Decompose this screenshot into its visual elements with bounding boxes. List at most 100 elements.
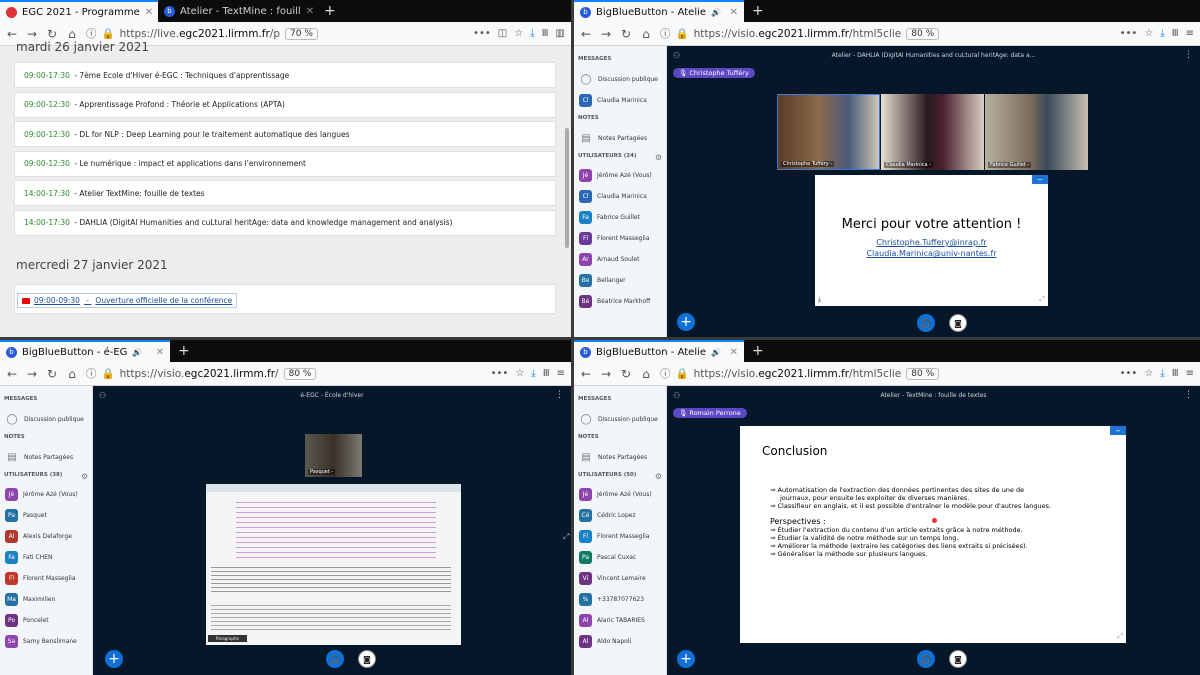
more-icon[interactable]: ••• (491, 368, 509, 379)
users-toggle-icon[interactable]: ⚇ (99, 391, 106, 400)
user-list-item[interactable]: Ma Maximilien (0, 589, 92, 610)
options-icon[interactable]: ⋮ (555, 390, 564, 400)
user-list-item[interactable]: % +33787077623 (574, 589, 666, 610)
public-chat-item[interactable]: ◯ Discussion publique (574, 68, 666, 90)
shared-notes-item[interactable]: ▤ Notes Partagées (0, 446, 92, 468)
user-list-item[interactable]: Fa Fati CHEN (0, 547, 92, 568)
forward-icon[interactable]: → (26, 367, 38, 381)
zoom-level[interactable]: 80 % (906, 27, 940, 40)
user-list-item[interactable]: Cl Claudia Marinica (574, 186, 666, 207)
event-row[interactable]: 14:00-17:30 - DAHLIA (DigitAl Humanities… (14, 209, 556, 236)
event-row[interactable]: 09:00-12:30 - Le numérique : impact et a… (14, 150, 556, 177)
library-icon[interactable]: Ⅲ (543, 368, 550, 379)
bookmark-icon[interactable]: ☆ (515, 368, 524, 379)
download-icon[interactable]: ⤓ (818, 295, 821, 304)
webcam-tile[interactable]: Claudia Marinica - (881, 94, 984, 170)
tab-textmine[interactable]: b Atelier - TextMine : fouill ✕ (158, 0, 316, 22)
zoom-level[interactable]: 70 % (285, 27, 318, 40)
reload-icon[interactable]: ↻ (46, 367, 58, 381)
new-tab-button[interactable]: + (744, 340, 772, 362)
gear-icon[interactable]: ⚙ (81, 472, 88, 481)
address-bar[interactable]: ⓘ 🔒 https://visio.egc2021.lirmm.fr/html5cl… (660, 25, 1112, 43)
scrollbar[interactable] (565, 128, 569, 248)
webcam-tile[interactable]: Pasquet - (305, 434, 362, 477)
back-icon[interactable]: ← (6, 27, 18, 41)
menu-icon[interactable]: ≡ (1186, 368, 1194, 379)
forward-icon[interactable]: → (26, 27, 38, 41)
camera-button[interactable]: ◙ (949, 650, 967, 668)
user-list-item[interactable]: Po Poncelet (0, 610, 92, 631)
pocket-icon[interactable]: ◫ (498, 28, 507, 39)
forward-icon[interactable]: → (600, 367, 612, 381)
download-icon[interactable]: ⤓ (531, 368, 535, 379)
user-list-item[interactable]: Pa Pasquet (0, 505, 92, 526)
slide-email[interactable]: Christophe.Tuffery@inrap.fr (815, 238, 1048, 247)
reload-icon[interactable]: ↻ (620, 367, 632, 381)
actions-button[interactable]: + (677, 650, 695, 668)
reload-icon[interactable]: ↻ (46, 27, 58, 41)
more-icon[interactable]: ••• (473, 28, 491, 39)
forward-icon[interactable]: → (600, 27, 612, 41)
back-icon[interactable]: ← (580, 27, 592, 41)
library-icon[interactable]: Ⅲ (1172, 28, 1179, 39)
tab-bbb-egc[interactable]: b BigBlueButton - é-EG 🔊 ✕ (0, 340, 170, 362)
actions-button[interactable]: + (105, 650, 123, 668)
user-list-item[interactable]: Bé Béatrice Markhoff (574, 291, 666, 312)
user-list-item[interactable]: Al Alexis Delaforge (0, 526, 92, 547)
camera-button[interactable]: ◙ (358, 650, 376, 668)
download-icon[interactable]: ⤓ (1160, 28, 1164, 39)
address-bar[interactable]: ⓘ 🔒 https://visio.egc2021.lirmm.fr/ 80 % (86, 365, 483, 383)
close-icon[interactable]: ✕ (730, 7, 738, 18)
user-list-item[interactable]: Fl Florent Masseglia (0, 568, 92, 589)
user-list-item[interactable]: Vi Vincent Lemaire (574, 568, 666, 589)
event-row[interactable]: 09:00-12:30 - Apprentissage Profond : Th… (14, 91, 556, 118)
download-icon[interactable]: ⤓ (530, 28, 534, 39)
address-bar[interactable]: ⓘ 🔒 https://visio.egc2021.lirmm.fr/html5cl… (660, 365, 1112, 383)
user-list-item[interactable]: Cé Cédric Lopez (574, 505, 666, 526)
opening-link[interactable]: 09:00-09:30 - Ouverture officielle de la… (17, 293, 238, 308)
shared-notes-item[interactable]: ▤ Notes Partagées (574, 127, 666, 149)
new-tab-button[interactable]: + (744, 0, 772, 22)
zoom-level[interactable]: 80 % (283, 367, 317, 380)
back-icon[interactable]: ← (6, 367, 18, 381)
more-icon[interactable]: ••• (1120, 28, 1138, 39)
user-list-item[interactable]: Jé Jérôme Azé (Vous) (574, 165, 666, 186)
home-icon[interactable]: ⌂ (640, 367, 652, 381)
fullscreen-icon[interactable]: ⤢ (1117, 632, 1123, 641)
tab-programme[interactable]: EGC 2021 - Programme ✕ (0, 0, 158, 22)
user-list-item[interactable]: Al Aldo Napoli (574, 631, 666, 652)
users-toggle-icon[interactable]: ⚇ (673, 391, 680, 400)
fullscreen-icon[interactable]: ⤢ (563, 532, 569, 542)
close-icon[interactable]: ✕ (306, 6, 314, 17)
gear-icon[interactable]: ⚙ (655, 153, 662, 162)
options-icon[interactable]: ⋮ (1184, 50, 1193, 60)
speaker-icon[interactable]: 🔊 (711, 348, 721, 357)
webcam-tile[interactable]: Fabrice Guillet - (985, 94, 1088, 170)
home-icon[interactable]: ⌂ (66, 27, 78, 41)
user-list-item[interactable]: Jé Jérôme Azé (Vous) (574, 484, 666, 505)
close-icon[interactable]: ✕ (730, 347, 738, 358)
menu-icon[interactable]: ≡ (1186, 28, 1194, 39)
bookmark-icon[interactable]: ☆ (514, 28, 523, 39)
speaker-icon[interactable]: 🔊 (711, 8, 721, 17)
headphone-button[interactable]: 🎧 (326, 650, 344, 668)
shared-notes-item[interactable]: ▤ Notes Partagées (574, 446, 666, 468)
public-chat-item[interactable]: ◯ Discussion publique (0, 408, 92, 430)
more-icon[interactable]: ••• (1120, 368, 1138, 379)
home-icon[interactable]: ⌂ (66, 367, 78, 381)
bookmark-icon[interactable]: ☆ (1144, 368, 1153, 379)
close-icon[interactable]: ✕ (145, 7, 153, 18)
download-icon[interactable]: ⤓ (1160, 368, 1164, 379)
fullscreen-icon[interactable]: ⤢ (1039, 295, 1045, 304)
tab-bbb-textmine[interactable]: b BigBlueButton - Atelie 🔊 ✕ (574, 340, 744, 362)
reload-icon[interactable]: ↻ (620, 27, 632, 41)
gear-icon[interactable]: ⚙ (655, 472, 662, 481)
user-list-item[interactable]: Jé Jérôme Azé (Vous) (0, 484, 92, 505)
user-list-item[interactable]: Ar Arnaud Soulet (574, 249, 666, 270)
library-icon[interactable]: Ⅲ (1172, 368, 1179, 379)
headphone-button[interactable]: 🎧 (917, 650, 935, 668)
users-toggle-icon[interactable]: ⚇ (673, 51, 680, 60)
private-chat-item[interactable]: Cl Claudia Marinica (574, 90, 666, 111)
event-row[interactable]: 09:00-17:30 - 7ème Ecole d'Hiver é-EGC :… (14, 62, 556, 88)
public-chat-item[interactable]: ◯ Discussion publique (574, 408, 666, 430)
